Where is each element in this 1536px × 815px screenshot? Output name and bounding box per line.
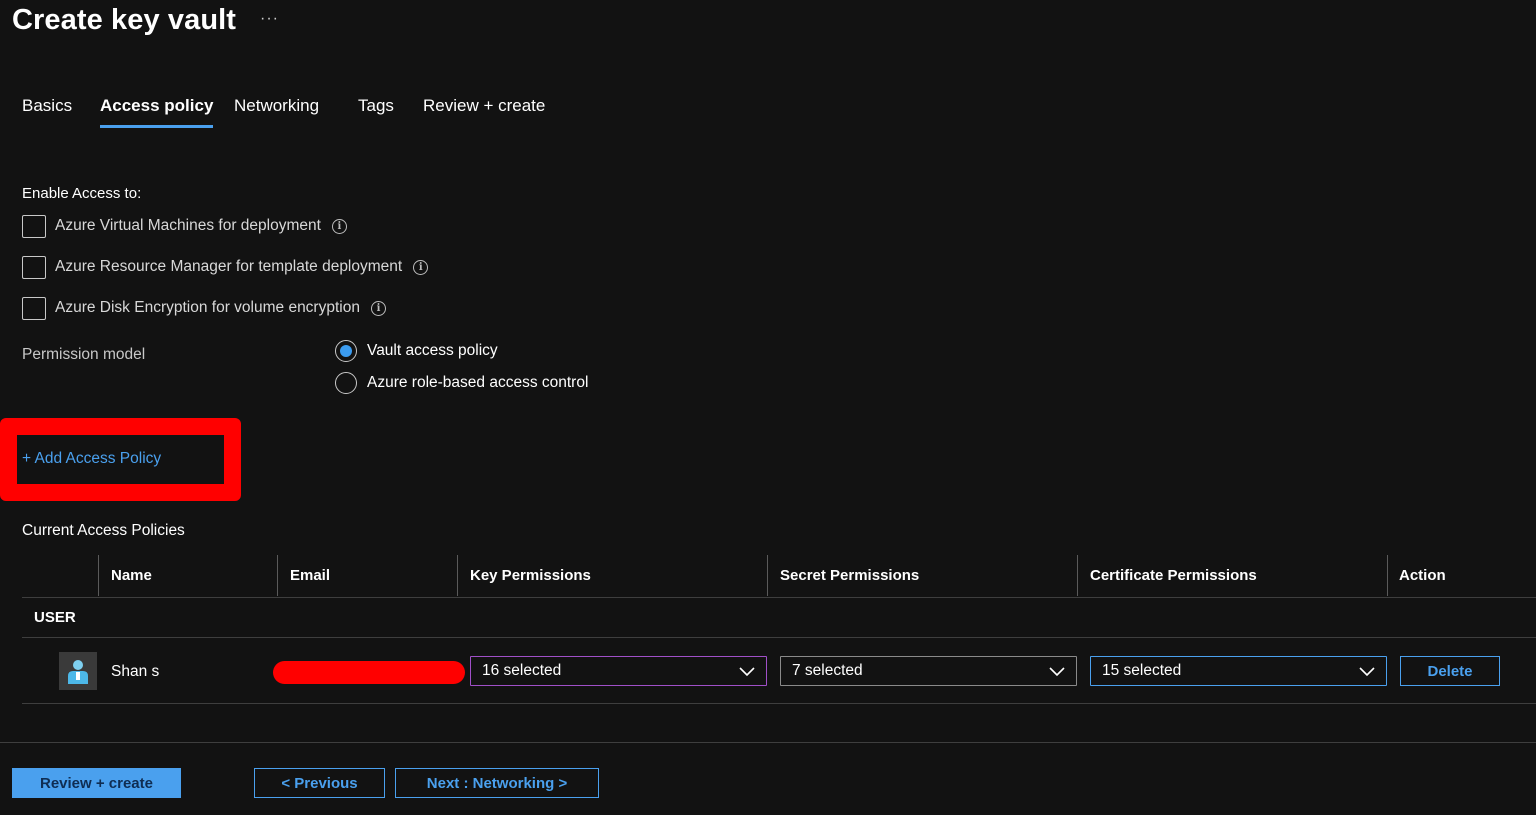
info-icon[interactable]: i: [413, 259, 429, 275]
key-permissions-dropdown[interactable]: 16 selected: [470, 656, 767, 686]
vault-access-policy-label: Vault access policy: [367, 342, 498, 359]
enable-access-label: Enable Access to:: [22, 185, 142, 202]
column-header-email: Email: [290, 567, 331, 584]
delete-policy-button[interactable]: Delete: [1400, 656, 1500, 686]
add-access-policy-link[interactable]: + Add Access Policy: [22, 450, 161, 468]
vm-deployment-label: Azure Virtual Machines for deployment: [55, 217, 321, 234]
column-header-key-permissions: Key Permissions: [470, 567, 591, 584]
tab-tags[interactable]: Tags: [358, 96, 394, 128]
key-permissions-value: 16 selected: [482, 662, 562, 679]
column-separator: [277, 555, 278, 596]
column-header-action: Action: [1399, 567, 1446, 584]
review-create-button[interactable]: Review + create: [12, 768, 181, 798]
certificate-permissions-value: 15 selected: [1102, 662, 1182, 679]
column-header-name: Name: [111, 567, 152, 584]
vm-deployment-option: Azure Virtual Machines for deployment i: [22, 214, 347, 238]
tab-access-policy[interactable]: Access policy: [100, 96, 214, 128]
column-separator: [1077, 555, 1078, 596]
certificate-permissions-dropdown[interactable]: 15 selected: [1090, 656, 1387, 686]
header-divider: [22, 597, 1536, 598]
info-icon[interactable]: i: [331, 218, 347, 234]
permission-model-label: Permission model: [22, 346, 146, 363]
vm-deployment-checkbox[interactable]: [22, 214, 46, 238]
arm-deployment-label: Azure Resource Manager for template depl…: [55, 258, 403, 275]
column-header-certificate-permissions: Certificate Permissions: [1090, 567, 1257, 584]
page-title: Create key vault: [12, 4, 237, 36]
column-separator: [1387, 555, 1388, 596]
column-separator: [767, 555, 768, 596]
footer-divider: [0, 742, 1536, 743]
rbac-option: Azure role-based access control: [335, 371, 588, 395]
previous-button[interactable]: < Previous: [254, 768, 385, 798]
tab-review-create[interactable]: Review + create: [423, 96, 545, 128]
chevron-down-icon: [1359, 667, 1375, 677]
email-redaction: [273, 661, 465, 684]
arm-deployment-option: Azure Resource Manager for template depl…: [22, 255, 429, 279]
disk-encryption-label: Azure Disk Encryption for volume encrypt…: [55, 299, 360, 316]
group-divider: [22, 637, 1536, 638]
current-access-policies-label: Current Access Policies: [22, 522, 185, 539]
arm-deployment-checkbox[interactable]: [22, 255, 46, 279]
more-options-icon[interactable]: ···: [260, 10, 279, 28]
disk-encryption-option: Azure Disk Encryption for volume encrypt…: [22, 296, 386, 320]
column-separator: [457, 555, 458, 596]
group-label-user: USER: [34, 609, 76, 626]
disk-encryption-checkbox[interactable]: [22, 296, 46, 320]
info-icon[interactable]: i: [370, 300, 386, 316]
chevron-down-icon: [1049, 667, 1065, 677]
tab-networking[interactable]: Networking: [234, 96, 319, 128]
vault-access-policy-option: Vault access policy: [335, 339, 498, 363]
policy-user-name: Shan s: [111, 663, 160, 680]
column-header-secret-permissions: Secret Permissions: [780, 567, 920, 584]
tab-basics[interactable]: Basics: [22, 96, 72, 128]
rbac-label: Azure role-based access control: [367, 374, 589, 391]
chevron-down-icon: [739, 667, 755, 677]
column-separator: [98, 555, 99, 596]
user-avatar-icon: [59, 652, 97, 690]
vault-access-policy-radio[interactable]: [335, 340, 357, 362]
secret-permissions-value: 7 selected: [792, 662, 863, 679]
next-networking-button[interactable]: Next : Networking >: [395, 768, 599, 798]
secret-permissions-dropdown[interactable]: 7 selected: [780, 656, 1077, 686]
rbac-radio[interactable]: [335, 372, 357, 394]
row-divider: [22, 703, 1536, 704]
